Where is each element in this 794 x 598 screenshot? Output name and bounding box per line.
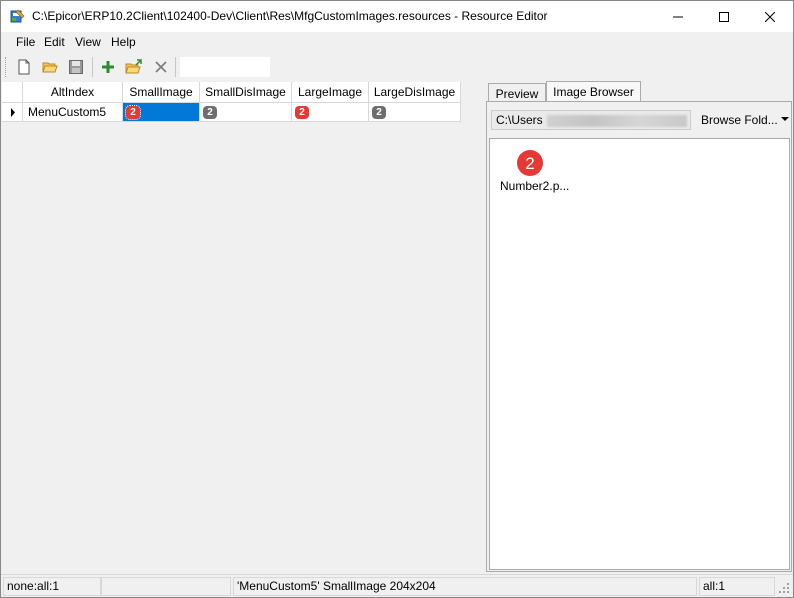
add-icon [102,61,114,73]
folder-path-field[interactable]: C:\Users [491,110,691,130]
row-header-corner [2,82,23,103]
new-file-icon [18,59,30,75]
title-bar[interactable]: C:\Epicor\ERP10.2Client\102400-Dev\Clien… [1,1,793,32]
table-cell-largedisimage[interactable]: 2 [369,103,461,122]
redacted-path [546,114,687,127]
column-header-largeimage[interactable]: LargeImage [292,82,369,103]
small-dis-image-badge: 2 [203,106,217,119]
maximize-icon [719,11,729,22]
large-dis-image-badge: 2 [372,106,386,119]
minimize-button[interactable] [655,1,701,32]
table-cell-altindex[interactable]: MenuCustom5 [23,103,123,122]
import-button[interactable] [123,57,145,77]
toolbar-text-field[interactable] [179,56,271,78]
table-cell-smallimage[interactable]: 2 [123,103,200,122]
menu-bar: File Edit View Help [1,32,793,53]
current-row-arrow-icon [11,108,15,117]
close-icon [765,11,775,22]
tab-image-browser[interactable]: Image Browser [546,81,641,102]
toolbar [1,53,793,81]
table-cell-smalldisimage[interactable]: 2 [200,103,292,122]
tab-preview[interactable]: Preview [488,83,546,102]
new-button[interactable] [13,57,35,77]
menu-file[interactable]: File [16,35,35,49]
image-item-label: Number2.p... [500,179,570,193]
resource-editor-app-icon [10,9,25,23]
maximize-button[interactable] [701,1,747,32]
menu-view[interactable]: View [75,35,101,49]
browse-folder-label: Browse Fold... [701,113,778,127]
folder-path-prefix: C:\Users [496,113,543,127]
row-selector[interactable] [2,103,23,122]
open-button[interactable] [39,57,61,77]
toolbar-separator-2 [175,57,176,77]
toolbar-grip[interactable] [5,57,8,77]
close-button[interactable] [747,1,793,32]
resource-grid: AltIndex SmallImage SmallDisImage LargeI… [2,82,478,572]
status-right: all:1 [699,577,775,596]
image-browser-pane: C:\Users Browse Fold... 2 Number2.p... [486,101,792,572]
svg-text:2: 2 [525,154,534,173]
open-folder-icon [42,62,58,73]
large-image-badge: 2 [295,106,309,119]
table-cell-largeimage[interactable]: 2 [292,103,369,122]
delete-icon [155,61,167,73]
resource-editor-window: C:\Epicor\ERP10.2Client\102400-Dev\Clien… [0,0,794,598]
small-image-badge: 2 [125,105,141,120]
status-empty [101,577,231,596]
browse-folder-button[interactable]: Browse Fold... [701,110,789,130]
status-left: none:all:1 [3,577,101,596]
import-folder-icon [125,59,142,74]
status-middle: 'MenuCustom5' SmallImage 204x204 [233,577,697,596]
column-header-altindex[interactable]: AltIndex [23,82,123,103]
toolbar-separator [92,57,93,77]
menu-help[interactable]: Help [111,35,136,49]
menu-edit[interactable]: Edit [44,35,65,49]
status-bar: none:all:1 'MenuCustom5' SmallImage 204x… [1,574,793,597]
window-title: C:\Epicor\ERP10.2Client\102400-Dev\Clien… [32,9,548,23]
resize-grip-icon[interactable] [778,582,790,594]
column-header-smalldisimage[interactable]: SmallDisImage [200,82,292,103]
delete-button[interactable] [150,57,172,77]
right-panel: Preview Image Browser C:\Users Browse Fo… [484,81,793,572]
save-icon [69,60,83,74]
add-button[interactable] [97,57,119,77]
column-header-smallimage[interactable]: SmallImage [123,82,200,103]
minimize-icon [673,16,683,17]
image-list[interactable]: 2 Number2.p... [489,138,790,570]
number-2-image-icon: 2 [517,150,543,176]
chevron-down-icon [781,117,789,121]
column-header-largedisimage[interactable]: LargeDisImage [369,82,461,103]
save-button[interactable] [65,57,87,77]
